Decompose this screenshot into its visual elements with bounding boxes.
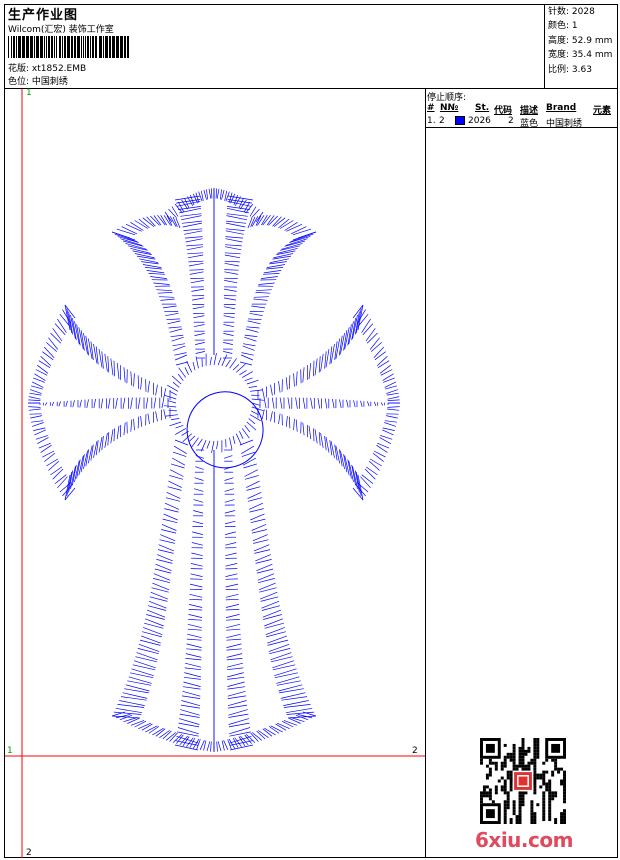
col-header-index: # (427, 103, 435, 113)
col-header-element: 元素 (593, 106, 612, 116)
width-label: 宽度: (548, 50, 570, 61)
stitch-count-label: 针数: (548, 7, 570, 17)
height-value: 52.9 mm (571, 35, 613, 46)
worksheet-title: 生产作业图 (8, 8, 79, 23)
header-divider (4, 88, 618, 89)
color-count-value: 1 (571, 21, 578, 32)
height-label: 高度: (548, 35, 570, 46)
site-watermark: 6xiu.com (475, 828, 573, 852)
stop-sequence-title: 停止顺序: (427, 93, 467, 103)
ratio-value: 3.63 (571, 64, 592, 75)
sequence-panel-divider (425, 88, 426, 858)
axis-y-start-label: 1 (26, 88, 32, 98)
company-name: Wilcom(汇宏) 装饰工作室 (8, 25, 114, 35)
col-header-code: 代码 (494, 106, 513, 116)
thread-color-swatch (455, 116, 465, 125)
color-count-label: 颜色: (548, 21, 570, 32)
header-stats-divider (544, 4, 545, 88)
col-header-needle: N№ (440, 103, 459, 113)
col-header-description: 描述 (520, 106, 539, 116)
color-count-row: 颜色: 1 (548, 19, 612, 33)
color-position-row: 色位: 中国刺绣 (8, 74, 68, 87)
color-position-label: 色位: (8, 77, 30, 87)
row-code: 2 (508, 116, 514, 126)
height-row: 高度: 52.9 mm (548, 34, 612, 48)
col-header-stitches: St. (475, 103, 490, 113)
sequence-table-divider (425, 127, 618, 128)
row-index: 1. (427, 116, 436, 126)
row-stitches: 2026 (468, 116, 491, 126)
axis-y-end-label: 2 (26, 848, 32, 858)
design-name-row: 花版: xt1852.EMB (8, 61, 86, 74)
design-name-label: 花版: (8, 64, 30, 74)
stitch-count-value: 2028 (571, 7, 595, 17)
axis-x-start-label: 1 (7, 746, 13, 756)
axis-x-end-label: 2 (412, 746, 418, 756)
ratio-row: 比例: 3.63 (548, 63, 612, 77)
col-header-brand: Brand (546, 103, 577, 113)
ratio-label: 比例: (548, 64, 570, 75)
width-value: 35.4 mm (571, 50, 613, 61)
width-row: 宽度: 35.4 mm (548, 48, 612, 62)
design-name-value: xt1852.EMB (31, 64, 87, 74)
qr-code-image (480, 738, 566, 824)
row-needle: 2 (439, 116, 445, 126)
stitch-count-row: 针数: 2028 (548, 5, 612, 19)
color-position-value: 中国刺绣 (31, 77, 68, 87)
design-stats: 针数: 2028 颜色: 1 高度: 52.9 mm 宽度: 35.4 mm 比… (548, 5, 612, 77)
barcode-image (8, 36, 129, 58)
worksheet-frame (4, 4, 618, 858)
